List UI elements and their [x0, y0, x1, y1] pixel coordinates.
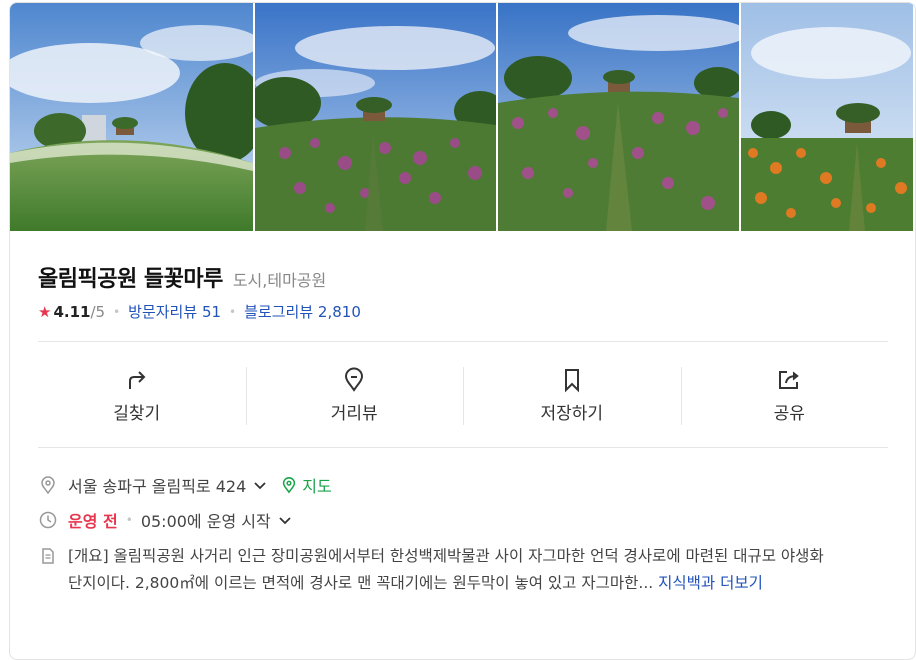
save-button[interactable]: 저장하기 [463, 355, 681, 435]
rating-score: 4.11 [53, 302, 91, 321]
divider [38, 341, 888, 342]
map-link[interactable]: 지도 [280, 473, 332, 497]
hours-expand-button[interactable] [277, 512, 293, 528]
photo-strip [10, 3, 915, 231]
place-photo[interactable] [10, 3, 253, 231]
clock-icon [38, 510, 58, 530]
place-card: 올림픽공원 들꽃마루 도시,테마공원 ★ 4.11 /5 • 방문자리뷰 51 … [9, 2, 916, 660]
visitor-review-label: 방문자리뷰 [128, 303, 198, 321]
visitor-review-count: 51 [201, 303, 222, 321]
separator-dot: • [125, 513, 133, 527]
share-button[interactable]: 공유 [680, 355, 899, 435]
action-bar: 길찾기 거리뷰 저장하기 공유 [28, 355, 898, 435]
address-row: 서울 송파구 올림픽로 424 지도 [38, 473, 332, 497]
chevron-down-icon [254, 482, 266, 490]
bookmark-icon [564, 368, 579, 392]
divider [38, 447, 888, 448]
map-link-label: 지도 [302, 477, 332, 496]
address-expand-button[interactable] [252, 477, 268, 493]
action-label: 공유 [773, 403, 805, 424]
place-photo[interactable] [498, 3, 739, 231]
document-icon [38, 546, 58, 566]
separator-dot: • [113, 304, 121, 319]
location-pin-icon [38, 475, 58, 495]
place-photo[interactable] [741, 3, 913, 231]
description-text: [개요] 올림픽공원 사거리 인근 장미공원에서부터 한성백제박물관 사이 자그… [68, 543, 888, 597]
hours-detail: 05:00에 운영 시작 [140, 512, 271, 531]
rating-row: ★ 4.11 /5 • 방문자리뷰 51 • 블로그리뷰 2,810 [38, 301, 361, 322]
place-category: 도시,테마공원 [232, 271, 327, 290]
title-row: 올림픽공원 들꽃마루 도시,테마공원 [38, 261, 326, 293]
rating-max: /5 [90, 302, 106, 321]
map-pin-icon [283, 477, 296, 494]
hours-status: 운영 전 [68, 512, 118, 531]
separator-dot: • [229, 304, 237, 319]
description-row: [개요] 올림픽공원 사거리 인근 장미공원에서부터 한성백제박물관 사이 자그… [38, 543, 888, 597]
action-label: 저장하기 [540, 403, 604, 424]
hours-row: 운영 전 • 05:00에 운영 시작 [38, 508, 293, 532]
directions-icon [128, 370, 146, 389]
address-text: 서울 송파구 올림픽로 424 [68, 477, 247, 496]
location-pin-icon [345, 367, 364, 392]
star-icon: ★ [38, 302, 52, 321]
directions-button[interactable]: 길찾기 [28, 355, 246, 435]
place-photo[interactable] [255, 3, 496, 231]
streetview-button[interactable]: 거리뷰 [245, 355, 464, 435]
action-label: 길찾기 [113, 403, 161, 424]
chevron-down-icon [279, 517, 291, 525]
place-title[interactable]: 올림픽공원 들꽃마루 [38, 261, 223, 293]
blog-review-count: 2,810 [317, 303, 361, 321]
blog-review-link[interactable]: 블로그리뷰 2,810 [244, 301, 361, 322]
visitor-review-link[interactable]: 방문자리뷰 51 [128, 301, 221, 322]
blog-review-label: 블로그리뷰 [244, 303, 314, 321]
encyclopedia-more-link[interactable]: 지식백과 더보기 [658, 574, 763, 592]
share-icon [779, 370, 800, 389]
action-label: 거리뷰 [330, 403, 378, 424]
